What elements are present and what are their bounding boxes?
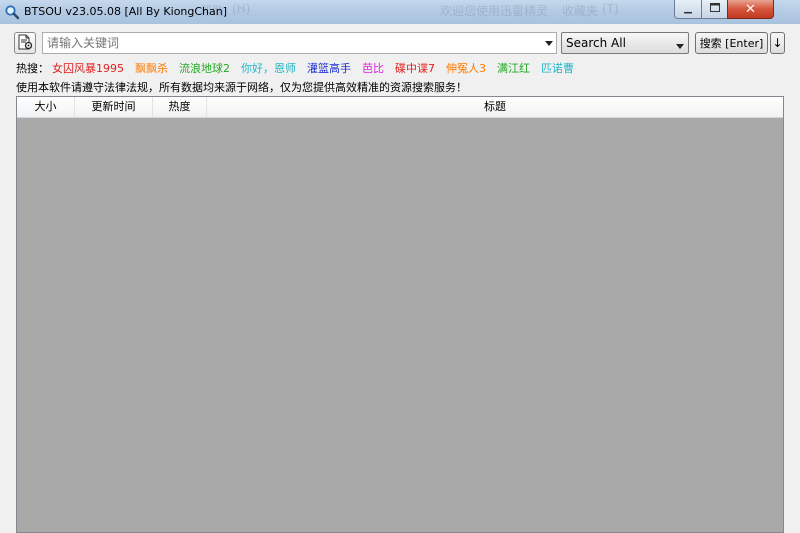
minimize-icon: ▁ <box>684 3 692 14</box>
search-engine-select[interactable]: Search All <box>561 32 689 54</box>
column-header-title[interactable]: 标题 <box>207 97 783 117</box>
title-bar-edge <box>783 0 800 24</box>
hot-search-item[interactable]: 满江红 <box>497 60 530 76</box>
column-header-updated[interactable]: 更新时间 <box>75 97 153 117</box>
results-header: 大小 更新时间 热度 标题 <box>17 97 783 118</box>
column-header-heat[interactable]: 热度 <box>153 97 207 117</box>
title-bar[interactable]: 欢迎您使用迅雷精灵 收藏夹 (T) 帮助 (H) BTSOU v23.05.08… <box>0 0 800 24</box>
main-window: Search All 搜索 [Enter] ↓ 热搜： 女囚风暴1995 飘飘杀… <box>0 24 800 533</box>
column-header-size[interactable]: 大小 <box>17 97 75 117</box>
hot-search-item[interactable]: 女囚风暴1995 <box>52 60 124 76</box>
maximize-button[interactable] <box>701 0 728 19</box>
close-button[interactable]: ✕ <box>727 0 774 19</box>
hot-search-item[interactable]: 匹诺曹 <box>541 60 574 76</box>
legal-notice: 使用本软件请遵守法律法规，所有数据均来源于网络，仅为您提供高效精准的资源搜索服务… <box>16 81 467 94</box>
magnifier-icon <box>4 4 20 20</box>
keyword-input[interactable] <box>43 33 543 53</box>
hot-search-item[interactable]: 你好，恩师 <box>241 60 296 76</box>
close-icon: ✕ <box>745 1 756 17</box>
hot-search-item[interactable]: 芭比 <box>362 60 384 76</box>
results-list[interactable]: 大小 更新时间 热度 标题 <box>16 96 784 533</box>
document-gear-icon <box>17 34 33 53</box>
hot-search-item[interactable]: 灌篮高手 <box>307 60 351 76</box>
background-window-text: 收藏夹 <box>562 4 599 18</box>
search-icon-button[interactable] <box>14 32 36 54</box>
search-engine-value: Search All <box>566 36 626 50</box>
hot-search-row: 热搜： 女囚风暴1995 飘飘杀 流浪地球2 你好，恩师 灌篮高手 芭比 碟中谍… <box>16 61 585 75</box>
minimize-button[interactable]: ▁ <box>674 0 702 19</box>
hot-search-label: 热搜： <box>16 62 49 75</box>
sort-button[interactable]: ↓ <box>770 32 785 54</box>
chevron-down-icon <box>676 39 684 52</box>
background-window-text: (T) <box>602 2 619 16</box>
hot-search-item[interactable]: 伸冤人3 <box>446 60 486 76</box>
background-window-text: 欢迎您使用迅雷精灵 <box>440 4 549 18</box>
hot-search-item[interactable]: 飘飘杀 <box>135 60 168 76</box>
window-title: BTSOU v23.05.08 [All By KiongChan] <box>24 5 228 18</box>
chevron-down-icon[interactable] <box>544 38 554 48</box>
keyword-combobox[interactable] <box>42 32 557 54</box>
background-window-text: (H) <box>232 2 251 16</box>
hot-search-item[interactable]: 碟中谍7 <box>395 60 435 76</box>
maximize-icon <box>709 3 720 15</box>
search-button[interactable]: 搜索 [Enter] <box>695 32 768 54</box>
hot-search-item[interactable]: 流浪地球2 <box>179 60 230 76</box>
